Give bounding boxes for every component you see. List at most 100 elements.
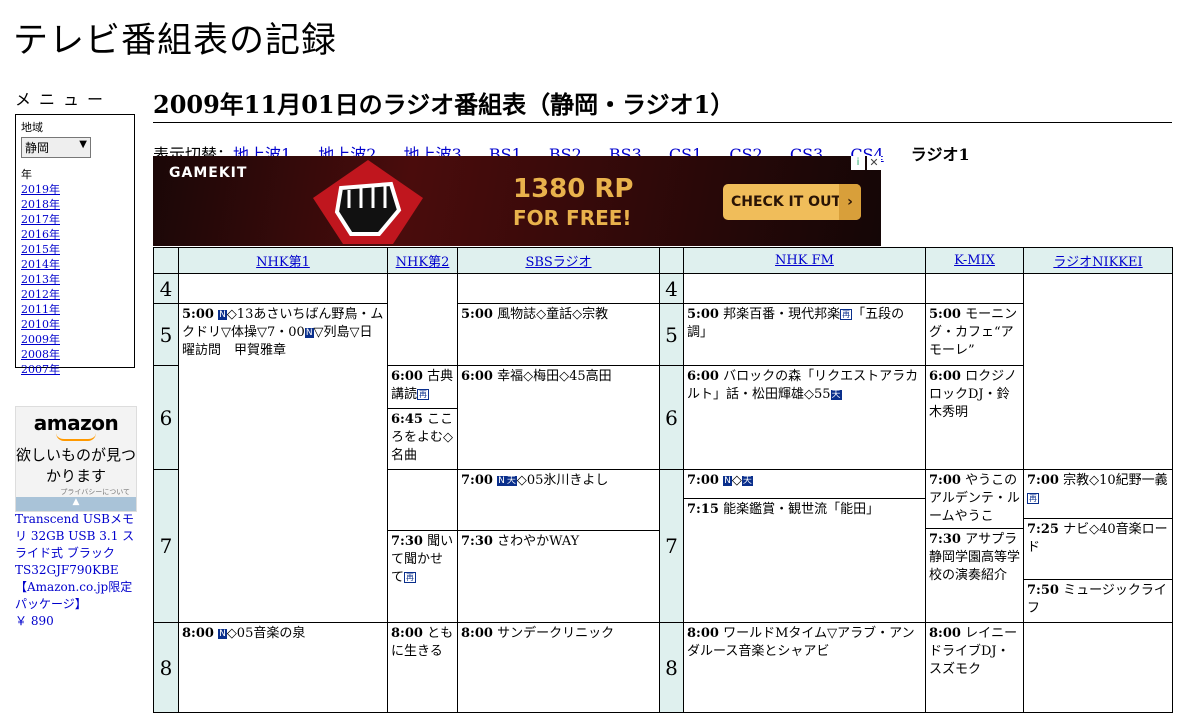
- program-time: 7:00: [929, 473, 961, 488]
- banner-ad[interactable]: GAMEKIT 1380 RP FOR FREE! CHECK IT OUT ›…: [153, 156, 881, 246]
- year-link-2013[interactable]: 2013年: [21, 272, 129, 287]
- hour-cell: 7: [659, 469, 684, 623]
- program-subslot[interactable]: 6:45 こころをよむ◇名曲: [388, 408, 457, 467]
- year-link-2011[interactable]: 2011年: [21, 302, 129, 317]
- ad-close-icon[interactable]: ✕: [867, 156, 881, 170]
- amazon-privacy-link[interactable]: プライバシーについて: [16, 487, 136, 497]
- program-time: 6:00: [391, 369, 423, 384]
- program-time: 8:00: [687, 626, 719, 641]
- year-link-2016[interactable]: 2016年: [21, 227, 129, 242]
- hour-header: [659, 247, 684, 274]
- news-badge-icon: N: [497, 476, 506, 486]
- program-cell[interactable]: 5:00 邦楽百番・現代邦楽再「五段の調」: [683, 303, 926, 366]
- program-subslot[interactable]: 7:00 やうこのアルデンテ・ルームやうこ: [929, 472, 1020, 528]
- program-cell[interactable]: 5:00 モーニング・カフェ“アモーレ”: [925, 303, 1024, 366]
- program-time: 5:00: [929, 307, 961, 322]
- program-cell[interactable]: 8:00 ワールドMタイム▽アラブ・アンダルース音楽とシャアビ: [683, 622, 926, 713]
- program-subslot[interactable]: 7:25 ナビ◇40音楽ロード: [1024, 518, 1172, 579]
- program-title: さわやかWAY: [497, 534, 580, 549]
- program-subslot[interactable]: 7:30 聞いて聞かせて再: [388, 530, 457, 589]
- main-content: 2009年11月01日のラジオ番組表（静岡・ラジオ1） 表示切替：地上波1 地上…: [153, 85, 1173, 713]
- program-cell[interactable]: 7:00 N 天◇05氷川きよし 7:30 さわやかWAY: [457, 469, 660, 623]
- program-subslot[interactable]: 7:00 N 天◇05氷川きよし: [461, 472, 656, 530]
- year-link-2019[interactable]: 2019年: [21, 182, 129, 197]
- ad-info-icon[interactable]: i: [851, 156, 865, 170]
- news-badge-icon: N: [723, 476, 732, 486]
- program-subslot[interactable]: 7:15 能楽鑑賞・観世流「能田」: [684, 498, 925, 521]
- region-select[interactable]: 静岡 ▼: [21, 137, 91, 158]
- chevron-up-icon: ▲: [72, 497, 80, 507]
- program-time: 5:00: [461, 307, 493, 322]
- program-cell[interactable]: 6:00 ロクジノロックDJ・鈴木秀明: [925, 365, 1024, 470]
- program-cell[interactable]: 8:00 レイニードライブDJ・スズモク: [925, 622, 1024, 713]
- banner-ad-logo: GAMEKIT: [169, 165, 248, 181]
- program-cell[interactable]: 8:00 N◇05音楽の泉: [178, 622, 388, 713]
- fist-icon: [313, 160, 423, 244]
- program-subslot[interactable]: 7:00 N◇天: [687, 472, 922, 498]
- year-link-2018[interactable]: 2018年: [21, 197, 129, 212]
- channel-header-sbs: SBSラジオ: [457, 247, 660, 274]
- year-link-2010[interactable]: 2010年: [21, 317, 129, 332]
- channel-header-nikkei: ラジオNIKKEI: [1023, 247, 1173, 274]
- program-time: 7:25: [1027, 522, 1059, 537]
- news-badge-icon: N: [304, 328, 314, 338]
- program-subslot[interactable]: 7:50 ミュージックライフ: [1024, 579, 1172, 620]
- program-cell[interactable]: 7:30 聞いて聞かせて再: [387, 469, 458, 623]
- hour-cell: 7: [153, 469, 179, 623]
- program-cell[interactable]: 6:00 古典講読再 6:45 こころをよむ◇名曲: [387, 365, 458, 470]
- program-cell[interactable]: 8:00 ともに生きる: [387, 622, 458, 713]
- page-heading: 2009年11月01日のラジオ番組表（静岡・ラジオ1）: [153, 85, 1172, 123]
- region-label: 地域: [21, 121, 43, 134]
- program-title: 邦楽百番・現代邦楽: [723, 307, 841, 322]
- year-link-2009[interactable]: 2009年: [21, 332, 129, 347]
- amazon-expand-bar[interactable]: ▲: [16, 497, 136, 511]
- year-link-2012[interactable]: 2012年: [21, 287, 129, 302]
- program-cell[interactable]: 7:00 N◇天 7:15 能楽鑑賞・観世流「能田」: [683, 469, 926, 623]
- channel-link-kmix[interactable]: K-MIX: [954, 253, 995, 268]
- amazon-ad[interactable]: amazon 欲しいものが見つかります プライバシーについて ▲: [15, 406, 137, 512]
- hour-header: [153, 247, 179, 274]
- program-cell[interactable]: 6:00 バロックの森「リクエストアラカルト」話・松田輝雄◇55天: [683, 365, 926, 470]
- product-name[interactable]: Transcend USBメモリ 32GB USB 3.1 スライド式 ブラック…: [15, 512, 134, 611]
- channel-link-nikkei[interactable]: ラジオNIKKEI: [1053, 255, 1142, 270]
- chevron-down-icon: ▼: [79, 139, 87, 150]
- program-cell[interactable]: 7:00 やうこのアルデンテ・ルームやうこ 7:30 アサプラ静岡学園高等学校の…: [925, 469, 1024, 623]
- program-title: 幸福◇梅田◇45高田: [497, 369, 612, 384]
- program-title: 宗教◇10紀野一義: [1063, 473, 1168, 488]
- year-link-2017[interactable]: 2017年: [21, 212, 129, 227]
- year-link-2015[interactable]: 2015年: [21, 242, 129, 257]
- program-subslot[interactable]: 7:30 アサプラ静岡学園高等学校の演奏紹介: [926, 528, 1023, 587]
- program-subslot[interactable]: 7:30 さわやかWAY: [458, 530, 659, 553]
- amazon-product-link[interactable]: Transcend USBメモリ 32GB USB 3.1 スライド式 ブラック…: [15, 511, 135, 630]
- program-subslot[interactable]: 7:00 宗教◇10紀野一義再: [1027, 472, 1169, 518]
- program-time: 8:00: [182, 626, 214, 641]
- program-cell[interactable]: 7:00 宗教◇10紀野一義再 7:25 ナビ◇40音楽ロード 7:50 ミュー…: [1023, 469, 1173, 623]
- program-cell[interactable]: 8:00 サンデークリニック: [457, 622, 660, 713]
- product-price: ￥ 890: [15, 614, 54, 628]
- menu-heading: メニュー: [15, 90, 112, 109]
- switch-current-radio1: ラジオ1: [910, 145, 970, 164]
- program-cell[interactable]: 6:00 幸福◇梅田◇45高田: [457, 365, 660, 470]
- amazon-logo: amazon: [33, 411, 119, 435]
- program-title: ◇05音楽の泉: [226, 626, 306, 641]
- rebroadcast-badge-icon: 再: [840, 309, 853, 320]
- year-link-2007[interactable]: 2007年: [21, 362, 129, 377]
- channel-link-nhk2[interactable]: NHK第2: [396, 255, 450, 270]
- banner-ad-cta-button[interactable]: CHECK IT OUT ›: [723, 184, 861, 220]
- chevron-right-icon: ›: [839, 184, 861, 220]
- program-title: ◇: [731, 473, 742, 488]
- channel-link-nhkfm[interactable]: NHK FM: [775, 253, 834, 268]
- year-link-2014[interactable]: 2014年: [21, 257, 129, 272]
- schedule-row-5: 5 5:00 N◇13あさいちばん野鳥・ムクドリ▽体操▽7・00N▽列島▽日曜訪…: [153, 303, 1173, 623]
- program-title: バロックの森「リクエストアラカルト」話・松田輝雄◇55: [687, 369, 919, 402]
- weather-badge-icon: 天: [505, 476, 517, 486]
- channel-header-nhk1: NHK第1: [178, 247, 388, 274]
- program-time: 5:00: [687, 307, 719, 322]
- program-cell[interactable]: 5:00 N◇13あさいちばん野鳥・ムクドリ▽体操▽7・00N▽列島▽日曜訪問 …: [178, 303, 388, 623]
- empty-slot: [457, 273, 660, 304]
- channel-link-nhk1[interactable]: NHK第1: [256, 255, 310, 270]
- channel-link-sbs[interactable]: SBSラジオ: [525, 255, 591, 270]
- hour-cell: 4: [153, 273, 179, 304]
- year-link-2008[interactable]: 2008年: [21, 347, 129, 362]
- program-cell[interactable]: 5:00 風物誌◇童話◇宗教: [457, 303, 660, 366]
